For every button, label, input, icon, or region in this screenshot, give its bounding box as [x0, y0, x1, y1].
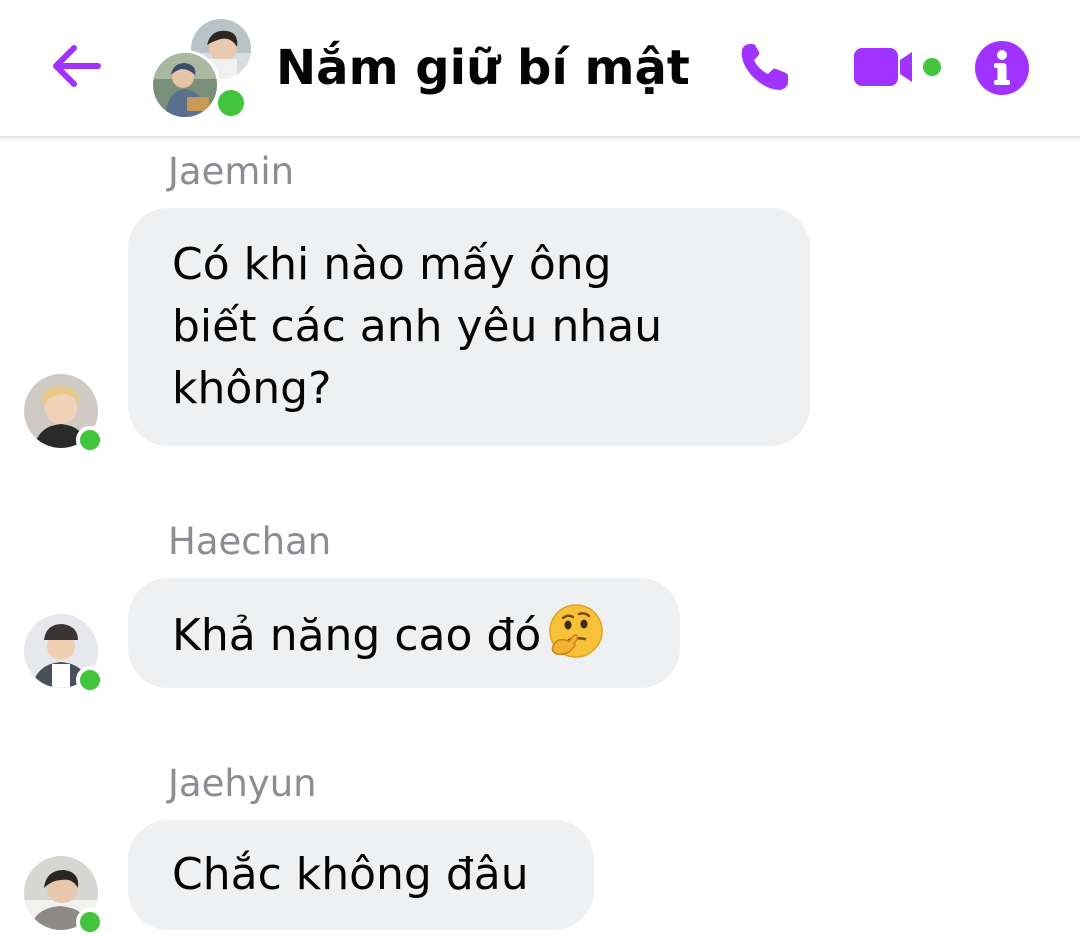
message-bubble[interactable]: Khả năng cao đó: [128, 578, 680, 688]
online-status-dot: [76, 666, 104, 694]
group-avatar[interactable]: [150, 16, 254, 120]
online-status-dot: [214, 86, 248, 120]
sender-name: Jaemin: [168, 150, 295, 193]
sender-avatar[interactable]: [24, 856, 104, 936]
online-status-dot: [76, 426, 104, 454]
phone-icon: [741, 44, 788, 90]
message-bubble[interactable]: Chắc không đâu: [128, 820, 594, 930]
video-call-button[interactable]: [852, 44, 948, 90]
video-camera-icon: [854, 48, 941, 86]
sender-avatar[interactable]: [24, 374, 104, 454]
message-text-line: biết các anh yêu nhau: [172, 301, 663, 352]
info-icon: [975, 41, 1029, 95]
conversation-title[interactable]: Nắm giữ bí mật: [276, 36, 690, 100]
online-status-dot: [76, 908, 104, 936]
message-text-line: Có khi nào mấy ông: [172, 239, 612, 290]
member-avatar: [150, 50, 220, 120]
sender-name: Jaehyun: [168, 762, 317, 805]
info-button[interactable]: [972, 38, 1032, 98]
sender-name: Haechan: [168, 520, 332, 563]
chat-header: Nắm giữ bí mật: [0, 0, 1080, 138]
message-text-line: không?: [172, 363, 332, 414]
voice-call-button[interactable]: [736, 38, 796, 94]
arrow-left-icon: [53, 45, 101, 87]
message-text: Chắc không đâu: [172, 849, 529, 900]
back-button[interactable]: [46, 40, 106, 92]
message-text: Khả năng cao đó: [172, 610, 542, 661]
message-bubble[interactable]: Có khi nào mấy ông biết các anh yêu nhau…: [128, 208, 810, 446]
thinking-face-emoji: [547, 602, 605, 660]
sender-avatar[interactable]: [24, 614, 104, 694]
